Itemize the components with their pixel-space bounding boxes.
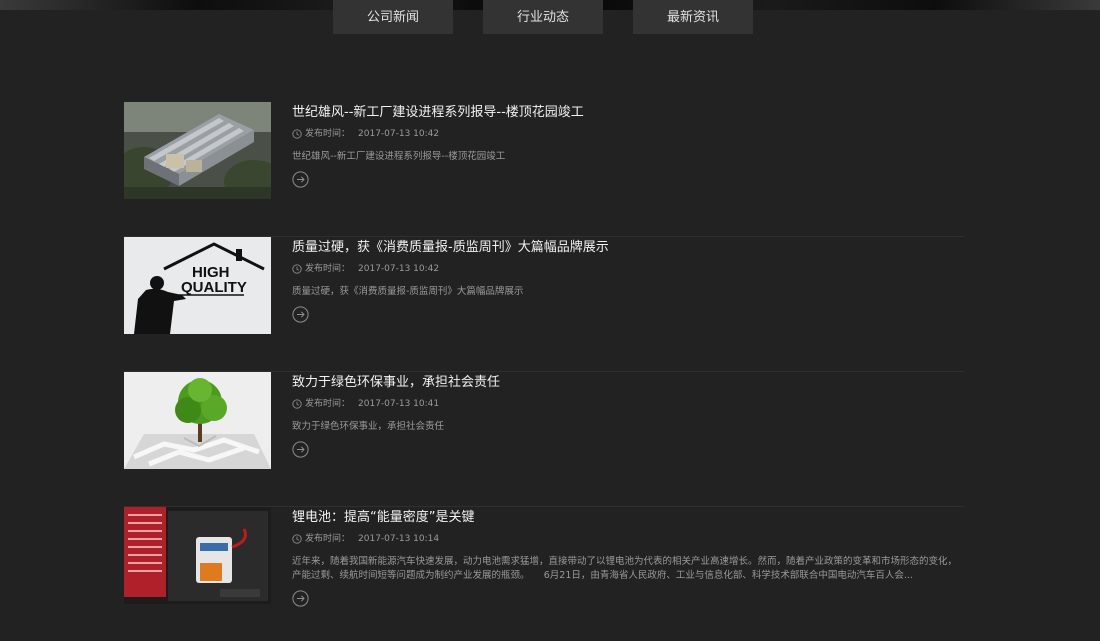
publish-date: 2017-07-13 10:41 xyxy=(358,399,440,409)
news-info: 锂电池：提高“能量密度”是关键 发布时间： 2017-07-13 10:14 近… xyxy=(292,507,964,583)
news-title[interactable]: 世纪雄风--新工厂建设进程系列报导--楼顶花园竣工 xyxy=(292,104,964,122)
green-tree-image[interactable] xyxy=(124,372,271,469)
news-summary: 致力于绿色环保事业，承担社会责任 xyxy=(292,421,445,432)
news-meta: 发布时间： 2017-07-13 10:14 xyxy=(292,533,964,545)
news-summary: 近年来，随着我国新能源汽车快速发展，动力电池需求猛增，直接带动了以锂电池为代表的… xyxy=(292,556,958,581)
news-title[interactable]: 质量过硬，获《消费质量报-质监周刊》大篇幅品牌展示 xyxy=(292,239,964,257)
publish-date: 2017-07-13 10:14 xyxy=(358,534,440,544)
publish-date: 2017-07-13 10:42 xyxy=(358,264,440,274)
factory-rooftop-image[interactable] xyxy=(124,102,271,199)
tab-latest-news[interactable]: 最新资讯 xyxy=(633,0,753,34)
news-item: 世纪雄风--新工厂建设进程系列报导--楼顶花园竣工 发布时间： 2017-07-… xyxy=(124,102,964,237)
news-title[interactable]: 锂电池：提高“能量密度”是关键 xyxy=(292,509,964,527)
publish-time-label: 发布时间： xyxy=(305,534,351,544)
tab-industry-news[interactable]: 行业动态 xyxy=(483,0,603,34)
publish-time-label: 发布时间： xyxy=(305,399,351,409)
clock-icon xyxy=(292,264,302,274)
publish-time-label: 发布时间： xyxy=(305,264,351,274)
clock-icon xyxy=(292,534,302,544)
publish-date: 2017-07-13 10:42 xyxy=(358,129,440,139)
quality-text: QUALITY xyxy=(181,279,247,296)
publish-time-label: 发布时间： xyxy=(305,129,351,139)
lithium-battery-image[interactable] xyxy=(124,507,271,604)
news-info: 致力于绿色环保事业，承担社会责任 发布时间： 2017-07-13 10:41 … xyxy=(292,372,964,434)
clock-icon xyxy=(292,129,302,139)
news-meta: 发布时间： 2017-07-13 10:42 xyxy=(292,128,964,140)
news-info: 质量过硬，获《消费质量报-质监周刊》大篇幅品牌展示 发布时间： 2017-07-… xyxy=(292,237,964,299)
news-list: 世纪雄风--新工厂建设进程系列报导--楼顶花园竣工 发布时间： 2017-07-… xyxy=(124,102,964,641)
news-info: 世纪雄风--新工厂建设进程系列报导--楼顶花园竣工 发布时间： 2017-07-… xyxy=(292,102,964,164)
read-more-arrow-icon[interactable] xyxy=(292,441,309,458)
high-quality-image[interactable]: HIGH QUALITY xyxy=(124,237,271,334)
read-more-arrow-icon[interactable] xyxy=(292,590,309,607)
news-meta: 发布时间： 2017-07-13 10:42 xyxy=(292,263,964,275)
news-summary: 质量过硬，获《消费质量报-质监周刊》大篇幅品牌展示 xyxy=(292,286,524,297)
category-tabs: 公司新闻 行业动态 最新资讯 xyxy=(0,0,1100,34)
tab-company-news[interactable]: 公司新闻 xyxy=(333,0,453,34)
news-item: 致力于绿色环保事业，承担社会责任 发布时间： 2017-07-13 10:41 … xyxy=(124,372,964,507)
news-meta: 发布时间： 2017-07-13 10:41 xyxy=(292,398,964,410)
news-item: 锂电池：提高“能量密度”是关键 发布时间： 2017-07-13 10:14 近… xyxy=(124,507,964,641)
read-more-arrow-icon[interactable] xyxy=(292,171,309,188)
news-summary: 世纪雄风--新工厂建设进程系列报导--楼顶花园竣工 xyxy=(292,151,506,162)
read-more-arrow-icon[interactable] xyxy=(292,306,309,323)
news-title[interactable]: 致力于绿色环保事业，承担社会责任 xyxy=(292,374,964,392)
news-item: HIGH QUALITY 质量过硬，获《消费质量报-质监周刊》大篇幅品牌展示 发… xyxy=(124,237,964,372)
clock-icon xyxy=(292,399,302,409)
